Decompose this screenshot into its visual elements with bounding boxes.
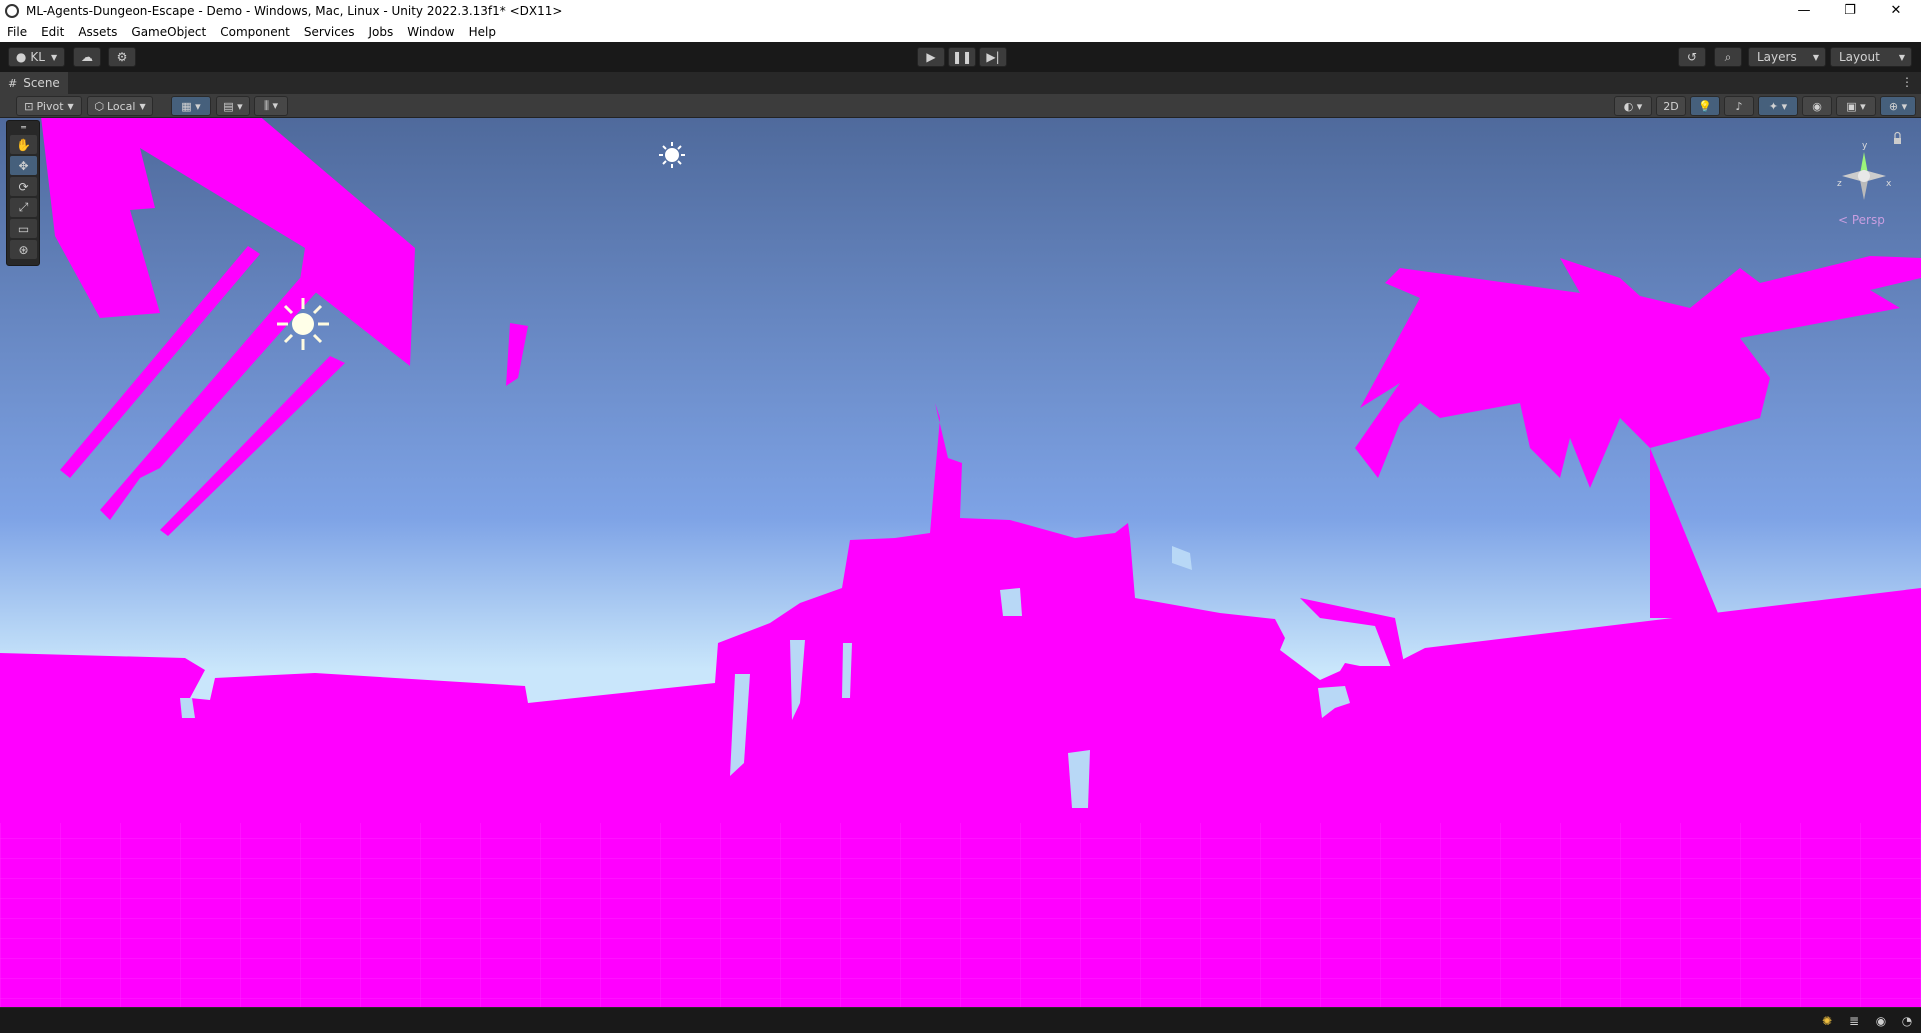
align-icon: ⫼ ▾	[263, 99, 279, 112]
unity-logo-icon	[5, 3, 19, 18]
camera-dropdown[interactable]: ▣ ▾	[1836, 96, 1876, 116]
lighting-toggle[interactable]: 💡	[1690, 96, 1720, 116]
window-mid	[1000, 588, 1022, 616]
tab-scene-label: Scene	[23, 76, 60, 90]
hidden-objects-toggle[interactable]: ◉	[1802, 96, 1832, 116]
menu-assets[interactable]: Assets	[71, 25, 124, 39]
cloud-icon: ☁	[81, 50, 93, 64]
projection-toggle[interactable]: < Persp	[1838, 213, 1885, 227]
menu-services[interactable]: Services	[297, 25, 362, 39]
scene-tab-bar: # Scene ⋮	[0, 72, 1921, 94]
drag-handle-icon[interactable]: ═	[10, 123, 37, 132]
scene-toolbar: ⊡ Pivot ▼ ⬡ Local ▼ ▦ ▾ ▤ ▾ ⫼ ▾ ◐ ▾ 2D 💡…	[0, 94, 1921, 118]
grid-icon: ▦ ▾	[181, 99, 201, 113]
play-icon: ▶	[926, 50, 936, 64]
menu-component[interactable]: Component	[213, 25, 297, 39]
tools-overlay: ═ ✋ ✥ ⟳ ⤢ ▭ ⊛	[6, 120, 40, 266]
account-label: KL	[30, 50, 45, 64]
account-icon: ●	[15, 50, 27, 64]
chevron-down-icon: ▼	[139, 101, 146, 111]
scene-grid-icon: #	[8, 76, 18, 90]
hand-tool-icon[interactable]: ✋	[10, 135, 37, 154]
menu-help[interactable]: Help	[462, 25, 503, 39]
local-label: Local	[106, 99, 136, 113]
menu-file[interactable]: File	[0, 25, 34, 39]
step-button[interactable]: ▶|	[979, 47, 1007, 67]
effects-dropdown[interactable]: ✦ ▾	[1758, 96, 1798, 116]
rotate-tool-icon[interactable]: ⟳	[10, 177, 37, 196]
scene-render: y x z	[0, 118, 1921, 1007]
chevron-down-icon: ▼	[50, 52, 58, 62]
menu-gameobject[interactable]: GameObject	[124, 25, 213, 39]
close-button[interactable]: ✕	[1873, 0, 1919, 21]
ground-grid	[0, 823, 1921, 1007]
local-dropdown[interactable]: ⬡ Local ▼	[87, 96, 153, 116]
pivot-label: Pivot	[36, 99, 64, 113]
play-button[interactable]: ▶	[917, 47, 945, 67]
audio-toggle[interactable]: ♪	[1724, 96, 1754, 116]
gizmos-dropdown[interactable]: ⊕ ▾	[1880, 96, 1916, 116]
pause-button[interactable]: ❚❚	[948, 47, 976, 67]
status-bar: ✺ ≣ ◉ ◔	[0, 1007, 1921, 1033]
eye-slash-icon: ◉	[1812, 99, 1822, 113]
account-dropdown[interactable]: ● KL ▼	[8, 47, 65, 67]
history-icon: ↺	[1686, 50, 1698, 64]
tab-menu-icon[interactable]: ⋮	[1901, 75, 1913, 89]
menu-window[interactable]: Window	[400, 25, 461, 39]
chevron-down-icon: ▼	[1812, 52, 1819, 62]
audio-icon: ♪	[1735, 99, 1743, 113]
window-title-bar: ML-Agents-Dungeon-Escape - Demo - Window…	[0, 0, 1921, 21]
transform-tool-icon[interactable]: ⊛	[10, 240, 37, 259]
snap-grid-icon: ▤ ▾	[223, 99, 243, 113]
layers-dropdown[interactable]: Layers ▼	[1748, 47, 1826, 67]
tab-scene[interactable]: # Scene	[0, 72, 68, 94]
camera-icon: ▣ ▾	[1846, 99, 1866, 113]
gizmo-axis-z: z	[1837, 179, 1842, 189]
local-icon: ⬡	[94, 99, 104, 113]
pivot-icon: ⊡	[24, 99, 34, 113]
chevron-down-icon: ▼	[67, 101, 74, 111]
minimize-button[interactable]: —	[1781, 0, 1827, 21]
snap-increment-dropdown[interactable]: ▤ ▾	[216, 96, 250, 116]
pivot-dropdown[interactable]: ⊡ Pivot ▼	[16, 96, 82, 116]
effects-icon: ✦ ▾	[1768, 99, 1788, 113]
collab-icon: ⚙	[116, 50, 128, 64]
draw-mode-dropdown[interactable]: ◐ ▾	[1614, 96, 1652, 116]
gizmo-globe-icon: ⊕ ▾	[1888, 99, 1908, 113]
lightbulb-icon: 💡	[1698, 99, 1712, 113]
mode-2d-label: 2D	[1663, 99, 1679, 113]
menu-jobs[interactable]: Jobs	[362, 25, 401, 39]
window-title: ML-Agents-Dungeon-Escape - Demo - Window…	[26, 3, 563, 18]
rect-tool-icon[interactable]: ▭	[10, 219, 37, 238]
layout-label: Layout	[1839, 50, 1880, 64]
gizmo-axis-x: x	[1886, 179, 1892, 189]
scale-tool-icon[interactable]: ⤢	[10, 198, 37, 217]
menu-bar: File Edit Assets GameObject Component Se…	[0, 21, 1921, 42]
pause-icon: ❚❚	[951, 50, 973, 64]
menu-edit[interactable]: Edit	[34, 25, 71, 39]
gizmo-axis-y: y	[1862, 141, 1868, 151]
collab-button[interactable]: ⚙	[108, 47, 136, 67]
search-icon: ⌕	[1724, 49, 1732, 64]
progress-icon[interactable]: ◔	[1900, 1014, 1914, 1028]
cloud-button[interactable]: ☁	[73, 47, 101, 67]
align-dropdown[interactable]: ⫼ ▾	[254, 96, 288, 116]
layout-dropdown[interactable]: Layout ▼	[1830, 47, 1912, 67]
chevron-down-icon: ▼	[1898, 52, 1905, 62]
step-icon: ▶|	[986, 50, 1000, 64]
scene-viewport[interactable]: y x z	[0, 118, 1921, 1007]
maximize-button[interactable]: ❐	[1827, 0, 1873, 21]
move-tool-icon[interactable]: ✥	[10, 156, 37, 175]
lighting-icon[interactable]: ✺	[1820, 1014, 1834, 1028]
grid-snap-dropdown[interactable]: ▦ ▾	[171, 96, 211, 116]
toggle-2d-button[interactable]: 2D	[1656, 96, 1686, 116]
undo-history-button[interactable]: ↺	[1678, 47, 1706, 67]
shading-icon: ◐ ▾	[1623, 99, 1643, 113]
search-button[interactable]: ⌕	[1714, 47, 1742, 67]
collab-icon[interactable]: ◉	[1874, 1014, 1888, 1028]
main-toolbar: ● KL ▼ ☁ ⚙ ▶ ❚❚ ▶| ↺ ⌕ Layers ▼ Layout ▼	[0, 42, 1921, 72]
layers-label: Layers	[1757, 50, 1797, 64]
cache-icon[interactable]: ≣	[1847, 1014, 1861, 1028]
